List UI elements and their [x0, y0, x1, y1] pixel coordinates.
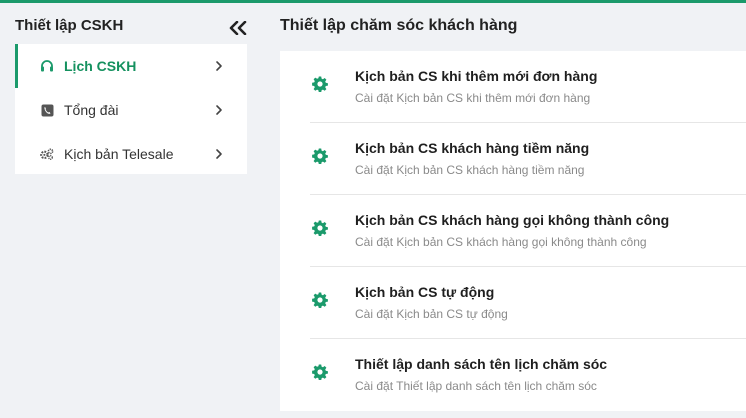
chevron-right-icon: [216, 105, 222, 115]
setting-description: Cài đặt Kịch bản CS khách hàng tiềm năng: [355, 163, 585, 177]
chevron-right-icon: [216, 61, 222, 71]
setting-item[interactable]: Kịch bản CS khách hàng tiềm năng Cài đặt…: [310, 123, 746, 195]
gears-icon: [40, 147, 54, 161]
sidebar-menu: Lịch CSKH Tổng đài Kịch bản Telesale: [15, 44, 247, 174]
setting-item[interactable]: Thiết lập danh sách tên lịch chăm sóc Cà…: [310, 339, 746, 411]
setting-item[interactable]: Kịch bản CS tự động Cài đặt Kịch bản CS …: [310, 267, 746, 339]
gear-icon: [312, 220, 328, 236]
chevron-right-icon: [216, 149, 222, 159]
top-accent-bar: [0, 0, 746, 3]
setting-description: Cài đặt Thiết lập danh sách tên lịch chă…: [355, 379, 597, 393]
setting-title: Kịch bản CS tự động: [355, 284, 495, 300]
headset-icon: [40, 59, 54, 73]
gear-icon: [312, 364, 328, 380]
sidebar-item-tong-dai[interactable]: Tổng đài: [15, 88, 247, 132]
setting-item[interactable]: Kịch bản CS khách hàng gọi không thành c…: [310, 195, 746, 267]
setting-description: Cài đặt Kịch bản CS tự động: [355, 307, 508, 321]
settings-panel: Kịch bản CS khi thêm mới đơn hàng Cài đặ…: [280, 51, 746, 411]
sidebar-title: Thiết lập CSKH: [15, 17, 124, 34]
sidebar-item-lich-cskh[interactable]: Lịch CSKH: [15, 44, 247, 88]
page-title: Thiết lập chăm sóc khách hàng: [280, 17, 518, 34]
collapse-sidebar-button[interactable]: [227, 18, 249, 38]
setting-title: Kịch bản CS khi thêm mới đơn hàng: [355, 68, 598, 84]
gear-icon: [312, 76, 328, 92]
setting-description: Cài đặt Kịch bản CS khách hàng gọi không…: [355, 235, 647, 249]
setting-title: Kịch bản CS khách hàng tiềm năng: [355, 140, 590, 156]
phone-icon: [40, 103, 54, 117]
double-chevron-left-icon: [229, 21, 247, 35]
setting-item[interactable]: Kịch bản CS khi thêm mới đơn hàng Cài đặ…: [310, 51, 746, 123]
setting-description: Cài đặt Kịch bản CS khi thêm mới đơn hàn…: [355, 91, 591, 105]
gear-icon: [312, 148, 328, 164]
sidebar-item-kich-ban-telesale[interactable]: Kịch bản Telesale: [15, 132, 247, 176]
gear-icon: [312, 292, 328, 308]
setting-title: Kịch bản CS khách hàng gọi không thành c…: [355, 212, 670, 228]
setting-title: Thiết lập danh sách tên lịch chăm sóc: [355, 356, 608, 372]
